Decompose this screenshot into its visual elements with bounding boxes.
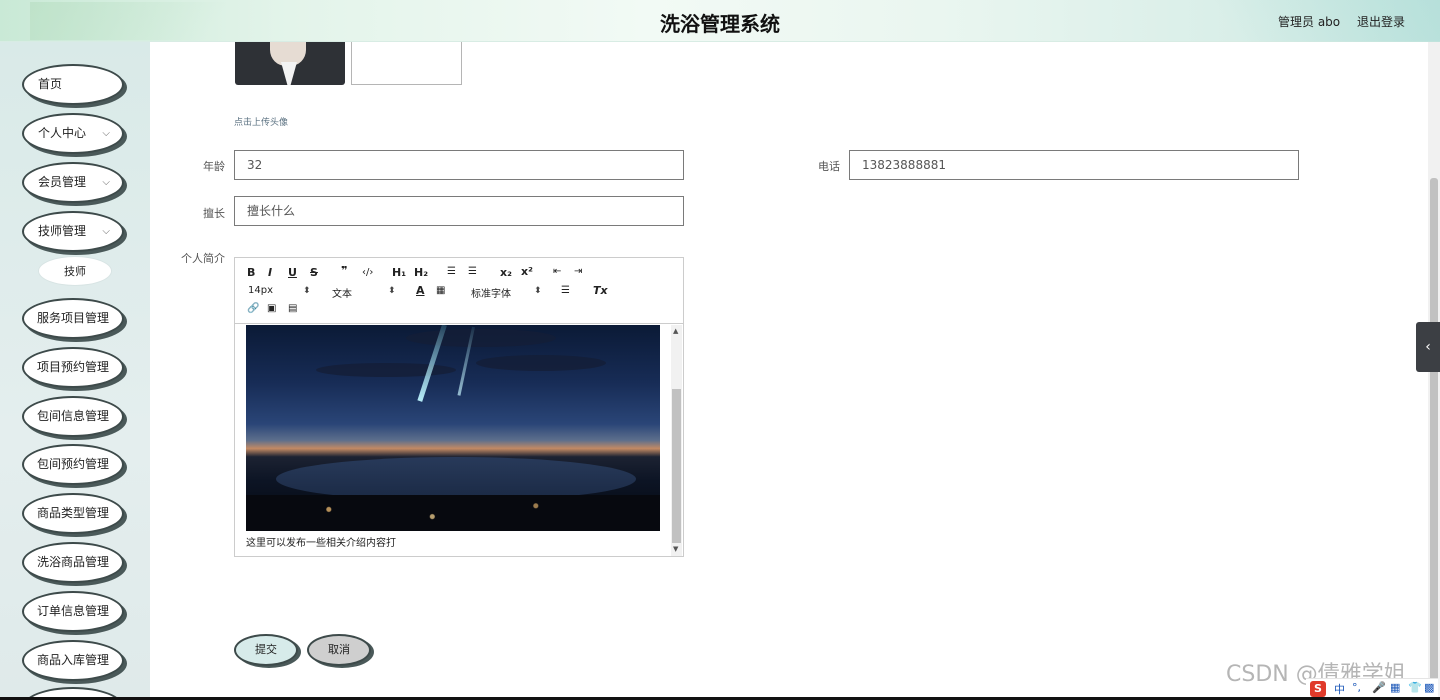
editor-content[interactable]: 这里可以发布一些相关介绍内容打 ▲ ▼ bbox=[235, 325, 683, 556]
phone-label: 电话 bbox=[818, 160, 840, 173]
grid-icon[interactable]: ▩ bbox=[1424, 681, 1434, 694]
sidebar-item-technician-management[interactable]: 技师管理 ⌵ bbox=[22, 211, 124, 252]
sidebar-item-room-info[interactable]: 包间信息管理 bbox=[22, 396, 124, 437]
heading1-icon[interactable]: H₁ bbox=[392, 266, 406, 279]
font-color-icon[interactable]: A bbox=[416, 284, 425, 297]
sidebar-item-product-stock-in[interactable]: 商品入库管理 bbox=[22, 640, 124, 681]
sidebar-item-bath-products[interactable]: 洗浴商品管理 bbox=[22, 542, 124, 583]
specialty-label: 擅长 bbox=[203, 207, 225, 220]
link-icon[interactable]: 🔗 bbox=[247, 303, 259, 314]
sidebar-item-project-booking[interactable]: 项目预约管理 bbox=[22, 347, 124, 388]
intro-label: 个人简介 bbox=[181, 252, 225, 265]
clear-format-icon[interactable]: Tx bbox=[593, 284, 608, 297]
font-size-select[interactable]: 14px bbox=[248, 285, 273, 296]
code-icon[interactable]: ‹/› bbox=[362, 267, 373, 278]
upload-tip: 点击上传头像 bbox=[234, 118, 289, 128]
background-color-icon[interactable]: ▦ bbox=[436, 285, 445, 296]
subscript-icon[interactable]: x₂ bbox=[500, 266, 512, 279]
city-lights bbox=[246, 495, 660, 531]
sidebar-item-label: 首页 bbox=[38, 77, 63, 91]
top-header: 洗浴管理系统 管理员 abo 退出登录 bbox=[0, 0, 1440, 42]
select-caret-icon: ⬍ bbox=[388, 286, 396, 296]
ime-language[interactable]: 中 bbox=[1334, 681, 1345, 697]
sidebar: 首页 个人中心 ⌵ 会员管理 ⌵ 技师管理 ⌵ 技师 服务项目管理 项目预约管理 包间… bbox=[0, 42, 150, 700]
avatar-shirt bbox=[281, 62, 297, 85]
app-title: 洗浴管理系统 bbox=[660, 12, 780, 36]
chevron-left-icon: ‹ bbox=[1425, 339, 1431, 355]
age-label: 年龄 bbox=[203, 160, 225, 173]
phone-input[interactable]: 13823888881 bbox=[849, 150, 1299, 180]
sidebar-subitem-technician[interactable]: 技师 bbox=[38, 256, 112, 286]
video-icon[interactable]: ▤ bbox=[288, 303, 297, 314]
block-type-select[interactable]: 文本 bbox=[332, 285, 352, 300]
scroll-down-icon[interactable]: ▼ bbox=[673, 545, 678, 553]
blockquote-icon[interactable]: ❞ bbox=[341, 264, 347, 277]
editor-toolbar: B I U S ❞ ‹/› H₁ H₂ ☰ ☰ x₂ x² ⇤ ⇥ 14px ⬍… bbox=[235, 258, 683, 324]
sidebar-item-service-projects[interactable]: 服务项目管理 bbox=[22, 298, 124, 339]
ime-punctuation[interactable]: °, bbox=[1352, 681, 1361, 694]
select-caret-icon: ⬍ bbox=[534, 286, 542, 296]
strike-icon[interactable]: S bbox=[310, 266, 318, 279]
sidebar-item-label: 技师管理 bbox=[38, 224, 87, 238]
sidebar-item-label: 个人中心 bbox=[38, 126, 87, 140]
italic-icon[interactable]: I bbox=[268, 266, 272, 279]
page-scroll-thumb[interactable] bbox=[1430, 178, 1438, 688]
rich-text-editor[interactable]: B I U S ❞ ‹/› H₁ H₂ ☰ ☰ x₂ x² ⇤ ⇥ 14px ⬍… bbox=[234, 257, 684, 557]
outdent-icon[interactable]: ⇤ bbox=[553, 266, 561, 277]
indent-icon[interactable]: ⇥ bbox=[574, 266, 582, 277]
cloud-shape bbox=[406, 329, 556, 347]
editor-scrollbar[interactable]: ▲ ▼ bbox=[671, 325, 682, 556]
heading2-icon[interactable]: H₂ bbox=[414, 266, 428, 279]
align-icon[interactable]: ☰ bbox=[561, 285, 570, 296]
underline-icon[interactable]: U bbox=[288, 266, 297, 279]
sidebar-item-room-booking[interactable]: 包间预约管理 bbox=[22, 444, 124, 485]
superscript-icon[interactable]: x² bbox=[521, 265, 533, 278]
current-user: 管理员 abo bbox=[1278, 15, 1341, 29]
sidebar-item-personal-center[interactable]: 个人中心 ⌵ bbox=[22, 113, 124, 154]
bold-icon[interactable]: B bbox=[247, 266, 255, 279]
drawer-toggle-button[interactable]: ‹ bbox=[1416, 322, 1440, 372]
specialty-input[interactable]: 擅长什么 bbox=[234, 196, 684, 226]
cloud-shape bbox=[316, 363, 456, 377]
sidebar-item-label: 会员管理 bbox=[38, 175, 87, 189]
content-image bbox=[246, 325, 660, 531]
ordered-list-icon[interactable]: ☰ bbox=[447, 266, 456, 277]
chevron-down-icon: ⌵ bbox=[102, 226, 110, 237]
keyboard-icon[interactable]: ▦ bbox=[1390, 681, 1400, 694]
avatar-photo bbox=[235, 42, 345, 85]
submit-button[interactable]: 提交 bbox=[234, 634, 298, 666]
editor-scroll-thumb[interactable] bbox=[672, 389, 681, 543]
cancel-button[interactable]: 取消 bbox=[307, 634, 371, 666]
main-content: 点击上传头像 年龄 32 电话 13823888881 擅长 擅长什么 个人简介… bbox=[150, 42, 1428, 700]
avatar-upload-box[interactable] bbox=[351, 42, 462, 85]
chevron-down-icon: ⌵ bbox=[102, 128, 110, 139]
microphone-icon[interactable]: 🎤 bbox=[1372, 681, 1386, 694]
sidebar-item-member-management[interactable]: 会员管理 ⌵ bbox=[22, 162, 124, 203]
ime-toolbar: S 中 °, 🎤 ▦ 👕 ▩ bbox=[1306, 678, 1438, 698]
chevron-down-icon: ⌵ bbox=[102, 177, 110, 188]
sidebar-item-order-info[interactable]: 订单信息管理 bbox=[22, 591, 124, 632]
image-icon[interactable]: ▣ bbox=[267, 303, 276, 314]
editor-text[interactable]: 这里可以发布一些相关介绍内容打 bbox=[246, 534, 396, 549]
sidebar-item-home[interactable]: 首页 bbox=[22, 64, 124, 105]
age-input[interactable]: 32 bbox=[234, 150, 684, 180]
skin-icon[interactable]: 👕 bbox=[1408, 681, 1422, 694]
cloud-shape bbox=[476, 355, 606, 371]
font-family-select[interactable]: 标准字体 bbox=[471, 285, 511, 300]
sidebar-item-product-types[interactable]: 商品类型管理 bbox=[22, 493, 124, 534]
select-caret-icon: ⬍ bbox=[303, 286, 311, 296]
ime-logo-icon[interactable]: S bbox=[1310, 681, 1326, 697]
bullet-list-icon[interactable]: ☰ bbox=[468, 266, 477, 277]
logout-button[interactable]: 退出登录 bbox=[1357, 13, 1405, 30]
scroll-up-icon[interactable]: ▲ bbox=[673, 327, 678, 335]
